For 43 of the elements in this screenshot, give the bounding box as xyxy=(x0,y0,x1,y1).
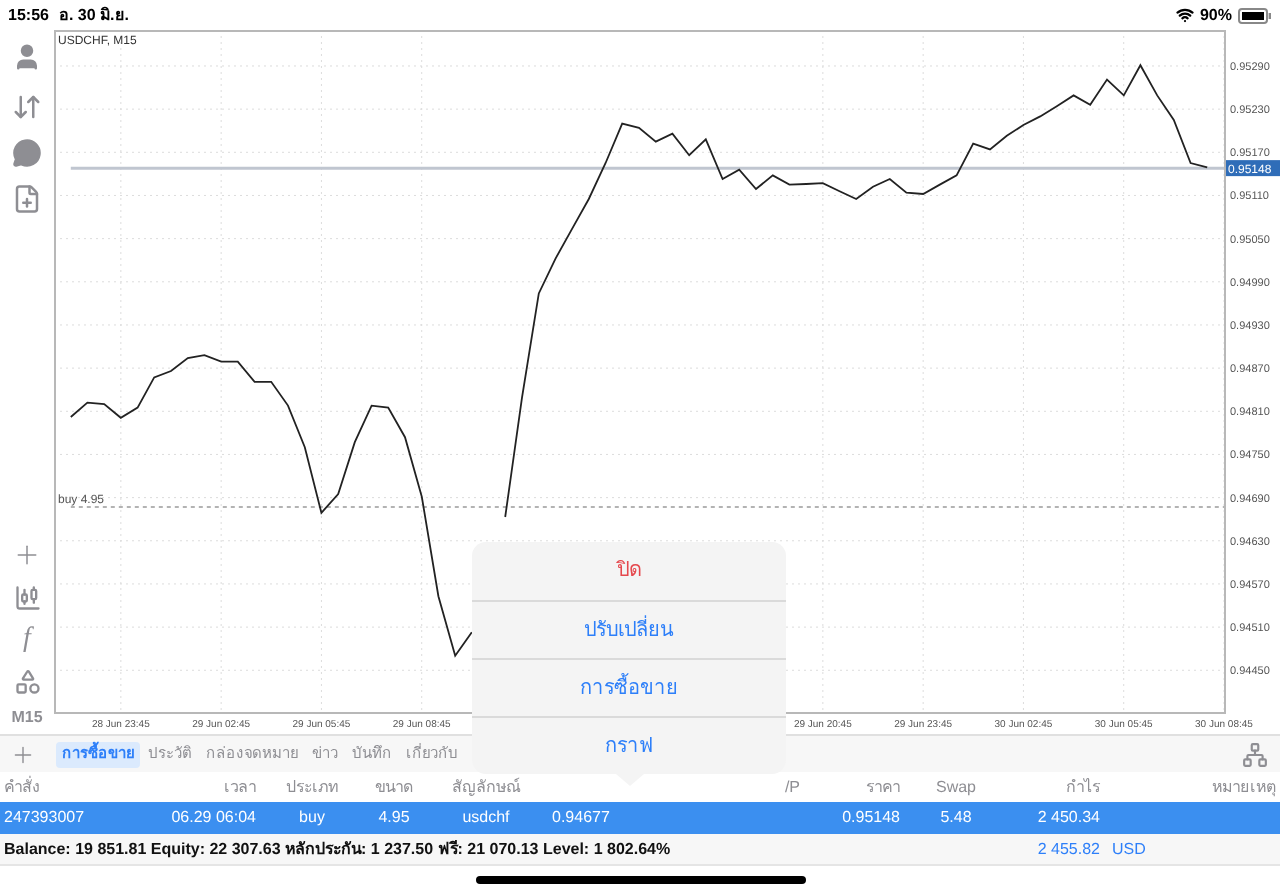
wifi-icon xyxy=(1175,6,1194,24)
column-header[interactable]: เวลา xyxy=(224,777,256,795)
objects-icon[interactable] xyxy=(13,668,41,696)
table-cell: 247393007 xyxy=(4,808,85,826)
table-cell: usdchf xyxy=(462,808,510,826)
menu-item[interactable]: กราฟ xyxy=(472,716,786,774)
add-icon[interactable] xyxy=(10,741,36,767)
column-header[interactable]: ขนาด xyxy=(375,777,413,795)
column-header[interactable]: หมายเหตุ xyxy=(1212,777,1276,795)
column-header[interactable]: /P xyxy=(784,777,800,795)
currency-label: USD xyxy=(1112,839,1146,857)
candlestick-icon[interactable] xyxy=(13,584,41,612)
column-header[interactable]: คำสั่ง xyxy=(4,777,40,795)
menu-item[interactable]: ปรับเปลี่ยน xyxy=(472,600,786,658)
table-cell: 0.94677 xyxy=(552,808,610,826)
new-document-icon[interactable] xyxy=(12,184,42,214)
table-cell: 4.95 xyxy=(378,808,410,826)
timeframe-button[interactable]: M15 xyxy=(11,710,43,726)
battery-icon xyxy=(1238,7,1272,23)
column-header[interactable]: Swap xyxy=(935,777,976,795)
account-icon[interactable] xyxy=(12,42,42,72)
table-cell: 06.29 06:04 xyxy=(171,808,256,826)
table-cell: 0.95148 xyxy=(842,808,900,826)
battery-percent: 90% xyxy=(1199,3,1232,27)
table-cell: 2 450.34 xyxy=(1037,808,1100,826)
column-header[interactable]: สัญลักษณ์ xyxy=(452,777,520,795)
position-row[interactable]: 247393007 06.29 06:04 buy 4.95 usdchf 0.94677 0.95148 5.48 2 450.34 xyxy=(0,802,1280,834)
status-date: อ. 30 มิ.ย. xyxy=(58,3,129,27)
column-header[interactable]: กำไร xyxy=(1066,777,1100,795)
account-summary: Balance: 19 851.81 Equity: 22 307.63 หลักประกัน: 1 237.50 ฟรี: 21 070.13 Level: 1 802.64% xyxy=(2,837,671,861)
total-profit: 2 455.82 xyxy=(1037,839,1100,857)
table-cell: buy xyxy=(299,808,325,826)
chat-icon[interactable] xyxy=(12,138,42,168)
table-cell: 5.48 xyxy=(940,808,972,826)
indicator-button[interactable]: f xyxy=(23,626,31,654)
column-header[interactable]: ประเภท xyxy=(286,777,338,795)
menu-item[interactable]: การซื้อขาย xyxy=(472,658,786,716)
layout-icon[interactable] xyxy=(1242,741,1268,767)
column-header[interactable]: ราคา xyxy=(866,777,900,795)
menu-item[interactable]: ปิด xyxy=(472,542,786,600)
transfer-icon[interactable] xyxy=(12,92,42,122)
crosshair-icon[interactable] xyxy=(12,540,42,570)
status-time: 15:56 xyxy=(8,3,49,27)
